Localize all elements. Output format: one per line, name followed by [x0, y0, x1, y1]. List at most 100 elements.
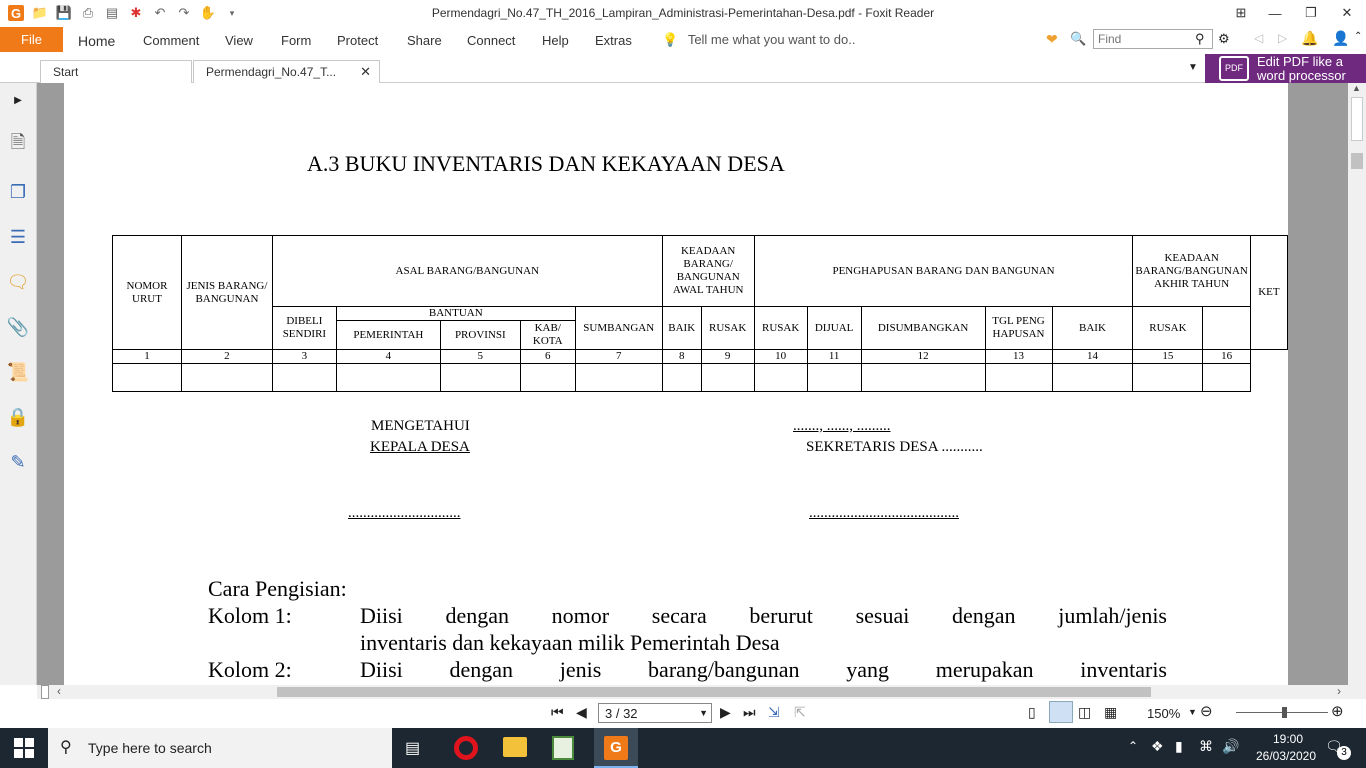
window-title: Permendagri_No.47_TH_2016_Lampiran_Admin… [431, 6, 935, 20]
horizontal-scrollbar[interactable]: ‹ › [37, 684, 1366, 699]
continuous-facing-icon[interactable]: ▦ [1104, 704, 1117, 721]
split-handle[interactable] [41, 685, 49, 699]
left-sidebar: ▶ 🗎 ❐ ☰ 🗨 📎 📜 🔒 ✎ [0, 83, 37, 685]
restore-button[interactable]: ❐ [1294, 2, 1328, 24]
search-folder-icon[interactable]: 🔍 [1070, 31, 1086, 47]
attachments-icon[interactable]: 📎 [6, 315, 30, 339]
tab-help[interactable]: Help [542, 33, 569, 48]
header-kabkota: KAB/ KOTA [519, 320, 576, 350]
bookmarks-icon[interactable]: 🗎 [6, 132, 30, 157]
layers-icon[interactable]: ☰ [6, 225, 30, 249]
spreadsheet-app-icon[interactable] [552, 736, 574, 760]
expand-panel-icon[interactable]: ▶ [6, 88, 30, 112]
col-num: 10 [753, 349, 808, 364]
header-baik: BAIK [661, 306, 702, 350]
tab-connect[interactable]: Connect [467, 33, 515, 48]
settings-gear-icon[interactable]: ⚙ [1218, 31, 1230, 47]
header-keadaan-akhir: KEADAAN BARANG/BANGUNAN AKHIR TAHUN [1132, 235, 1251, 307]
file-explorer-icon[interactable] [503, 737, 527, 757]
task-view-icon[interactable]: ▤ [405, 738, 420, 758]
last-page-icon[interactable]: ⏭ [743, 704, 756, 721]
page-dropdown-icon[interactable]: ▼ [699, 708, 708, 718]
clock-time[interactable]: 19:00 [1258, 732, 1318, 746]
minimize-button[interactable]: — [1258, 2, 1292, 24]
battery-icon[interactable]: ▮ [1175, 738, 1183, 755]
tab-document-label: Permendagri_No.47_T... [206, 65, 337, 79]
col-num: 6 [519, 349, 576, 364]
facing-page-icon[interactable]: ◫ [1078, 704, 1091, 721]
windows-taskbar: ⚲ Type here to search ▤ G ⌃ ❖ ▮ ⌘ 🔊 19:0… [0, 728, 1366, 768]
ad-line-1: Edit PDF like a [1257, 54, 1343, 69]
first-page-icon[interactable]: ⏮ [551, 704, 564, 721]
scroll-up-icon[interactable]: ▲ [1352, 83, 1361, 93]
tab-list-chevron-icon[interactable]: ▼ [1188, 62, 1198, 73]
scroll-left-icon[interactable]: ‹ [57, 684, 61, 698]
back-arrow-icon[interactable]: ◁ [1254, 31, 1263, 45]
single-page-icon[interactable]: ▯ [1028, 704, 1036, 721]
tell-me-box[interactable]: 💡 Tell me what you want to do.. [662, 32, 855, 48]
windows-start-icon[interactable] [14, 738, 34, 758]
scroll-right-icon[interactable]: › [1337, 684, 1341, 698]
close-tab-icon[interactable]: ✕ [360, 64, 371, 80]
zoom-dropdown-icon[interactable]: ▼ [1188, 707, 1197, 717]
tab-start[interactable]: Start [40, 60, 192, 83]
zoom-in-icon[interactable]: ⊕ [1331, 702, 1344, 720]
opera-icon[interactable] [454, 736, 478, 760]
digital-id-icon[interactable]: ✎ [6, 450, 30, 474]
kepala-desa-label: KEPALA DESA [370, 439, 470, 455]
col-num: 3 [271, 349, 337, 364]
heart-icon[interactable]: ❤ [1046, 31, 1058, 48]
tab-view[interactable]: View [225, 33, 253, 48]
continuous-page-icon[interactable] [1049, 701, 1073, 723]
ribbon-display-icon[interactable]: ⊞ [1224, 2, 1258, 24]
col-num: 14 [1051, 349, 1134, 364]
next-view-icon[interactable]: ⇱ [794, 704, 806, 721]
edit-pdf-banner[interactable]: PDF Edit PDF like a word processor [1205, 54, 1366, 83]
notification-bell-icon[interactable]: 🔔 [1301, 30, 1318, 47]
vertical-scroll-thumb[interactable] [1351, 153, 1363, 169]
header-nomor: NOMOR URUT [112, 235, 182, 350]
zoom-out-icon[interactable]: ⊖ [1200, 702, 1213, 720]
horizontal-scroll-thumb[interactable] [277, 687, 1151, 697]
pdf-page: A.3 BUKU INVENTARIS DAN KEKAYAAN DESA NO… [64, 83, 1289, 685]
forward-arrow-icon[interactable]: ▷ [1278, 31, 1287, 45]
tab-share[interactable]: Share [407, 33, 442, 48]
zoom-level[interactable]: 150% [1147, 706, 1180, 721]
search-icon[interactable]: ⚲ [1195, 31, 1205, 47]
close-button[interactable]: ✕ [1330, 2, 1364, 24]
wifi-icon[interactable]: ⌘ [1199, 738, 1213, 755]
collapse-ribbon-icon[interactable]: ⌃ [1354, 31, 1362, 42]
previous-view-icon[interactable]: ⇲ [768, 704, 780, 721]
security-lock-icon[interactable]: 🔒 [6, 405, 30, 429]
tab-form[interactable]: Form [281, 33, 311, 48]
signatures-icon[interactable]: 📜 [6, 360, 30, 384]
file-tab[interactable]: File [0, 27, 63, 52]
tab-document[interactable]: Permendagri_No.47_T... ✕ [193, 60, 380, 83]
page-thumbnails-icon[interactable]: ❐ [6, 180, 30, 204]
tab-protect[interactable]: Protect [337, 33, 378, 48]
header-penghapusan: PENGHAPUSAN BARANG DAN BANGUNAN [753, 235, 1134, 307]
ad-line-2: word processor [1257, 68, 1346, 83]
tab-home[interactable]: Home [78, 33, 115, 49]
user-account-icon[interactable]: 👤 [1332, 30, 1349, 47]
next-page-icon[interactable]: ▶ [720, 704, 731, 721]
title-bar: G 📁 💾 ⎙ ▤ ✱ ↶ ↷ ✋ ▾ Permendagri_No.47_TH… [0, 0, 1366, 27]
tab-extras[interactable]: Extras [595, 33, 632, 48]
volume-icon[interactable]: 🔊 [1222, 738, 1239, 755]
zoom-slider-thumb[interactable] [1282, 707, 1287, 718]
taskbar-search[interactable]: ⚲ Type here to search [48, 728, 392, 768]
signature-line-right: ........................................ [809, 505, 959, 521]
document-viewer[interactable]: A.3 BUKU INVENTARIS DAN KEKAYAAN DESA NO… [37, 83, 1348, 685]
page-number-text: 3 / 32 [605, 706, 638, 721]
show-hidden-icons-icon[interactable]: ⌃ [1128, 739, 1138, 753]
col-num: 13 [984, 349, 1053, 364]
page-number-input[interactable]: 3 / 32 ▼ [598, 703, 712, 723]
previous-page-icon[interactable]: ◀ [576, 704, 587, 721]
lightbulb-icon: 💡 [662, 32, 679, 47]
dropbox-icon[interactable]: ❖ [1151, 738, 1164, 755]
tab-comment[interactable]: Comment [143, 33, 199, 48]
clock-date[interactable]: 26/03/2020 [1248, 749, 1324, 763]
vertical-scrollbar[interactable]: ▲ [1348, 83, 1366, 685]
comments-icon[interactable]: 🗨 [6, 270, 30, 294]
foxit-taskbar-button[interactable]: G [594, 728, 638, 768]
